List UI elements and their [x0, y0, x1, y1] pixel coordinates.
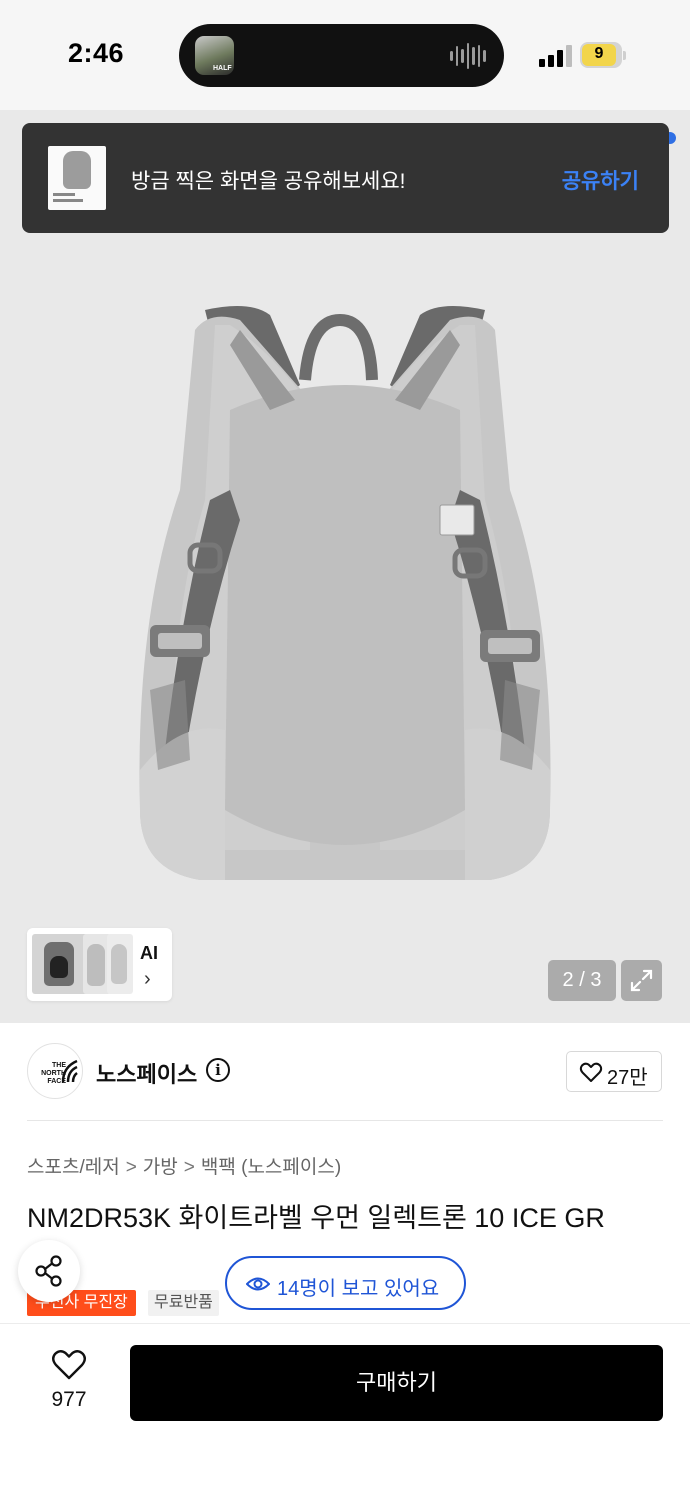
status-time: 2:46: [68, 38, 125, 68]
breadcrumb-item[interactable]: 스포츠/레저: [27, 1152, 120, 1179]
status-bar: 2:46 HALF 9: [0, 0, 690, 110]
expand-icon: [630, 969, 653, 992]
backpack-image: [139, 306, 551, 881]
audio-wave-icon: [450, 42, 487, 69]
heart-icon: [579, 1062, 603, 1082]
toast-share-button[interactable]: 공유하기: [562, 165, 639, 195]
breadcrumb-separator: >: [183, 1157, 195, 1178]
brand-like-button[interactable]: 27만: [566, 1051, 662, 1092]
buy-button[interactable]: 구매하기: [130, 1345, 663, 1421]
share-icon: [35, 1255, 62, 1287]
screenshot-thumbnail: [48, 146, 106, 210]
ai-label: AI: [140, 943, 158, 963]
image-counter: 2 / 3: [548, 960, 616, 1001]
badge-free-return: 무료반품: [148, 1290, 219, 1316]
share-button[interactable]: [18, 1240, 80, 1302]
battery-icon: 9: [580, 42, 622, 68]
viewers-indicator: 14명이 보고 있어요: [225, 1256, 466, 1310]
now-playing-thumbnail-text: HALF: [213, 65, 232, 72]
battery-level: 9: [594, 45, 604, 62]
ai-thumbnail-strip[interactable]: AI ›: [27, 928, 172, 1001]
chevron-right-icon: ›: [144, 968, 151, 990]
brand-logo[interactable]: THE NORTH FACE: [27, 1043, 83, 1099]
thumbnail-3[interactable]: [107, 934, 133, 994]
battery-cap: [623, 51, 626, 60]
brand-like-count: 27만: [607, 1067, 648, 1089]
product-title: NM2DR53K 화이트라벨 우먼 일렉트론 10 ICE GR: [27, 1203, 605, 1233]
info-icon[interactable]: i: [206, 1058, 230, 1082]
product-image-gallery[interactable]: AI › 2 / 3: [0, 110, 690, 1023]
cellular-signal-icon: [539, 45, 573, 67]
breadcrumb: 스포츠/레저 > 가방 > 백팩 (노스페이스): [27, 1152, 341, 1179]
thumbnail-1[interactable]: [32, 934, 88, 994]
wish-count: 977: [51, 1388, 87, 1411]
brand-logo-mark: [62, 1059, 78, 1083]
eye-icon: [246, 1277, 270, 1291]
viewers-text: 14명이 보고 있어요: [277, 1278, 440, 1300]
breadcrumb-item[interactable]: 백팩 (노스페이스): [201, 1152, 341, 1179]
toast-message: 방금 찍은 화면을 공유해보세요!: [131, 170, 406, 193]
divider: [27, 1120, 663, 1121]
wish-button[interactable]: 977: [38, 1348, 100, 1418]
breadcrumb-separator: >: [125, 1157, 137, 1178]
expand-button[interactable]: [621, 960, 662, 1001]
share-toast: 방금 찍은 화면을 공유해보세요! 공유하기: [22, 123, 669, 233]
heart-icon: [52, 1350, 86, 1380]
brand-name[interactable]: 노스페이스: [96, 1057, 197, 1089]
now-playing-thumbnail: HALF: [195, 36, 234, 75]
breadcrumb-item[interactable]: 가방: [143, 1152, 178, 1179]
dynamic-island[interactable]: HALF: [179, 24, 504, 87]
